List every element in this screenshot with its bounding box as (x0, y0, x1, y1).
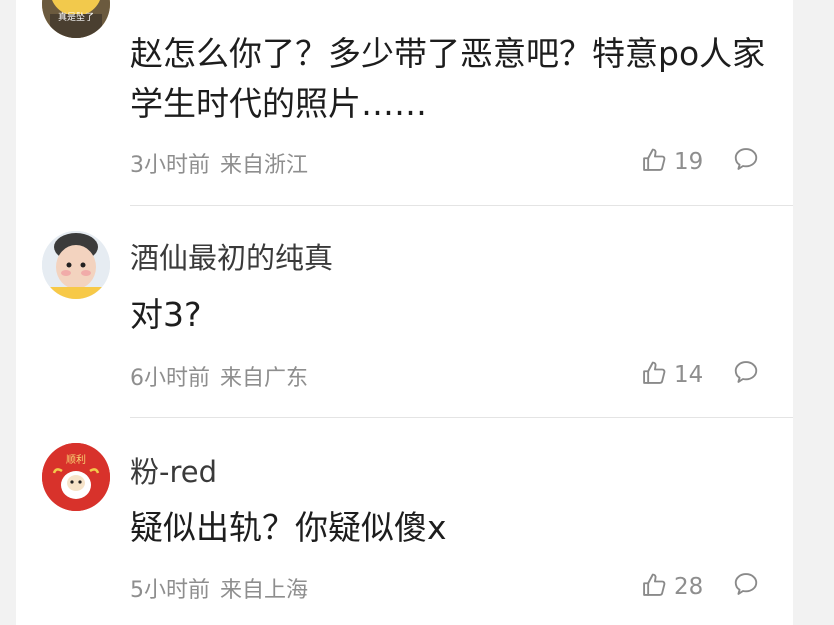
like-button[interactable]: 28 (640, 571, 703, 603)
like-count: 19 (674, 149, 704, 175)
reply-button[interactable] (732, 570, 760, 602)
divider (130, 205, 793, 206)
comment-time: 3小时前 (130, 153, 210, 178)
like-button[interactable]: 14 (640, 359, 703, 391)
avatar[interactable]: 真是坠了 (42, 0, 110, 38)
avatar-image: 真是坠了 (42, 0, 110, 38)
avatar[interactable]: 顺利 (42, 443, 110, 511)
comment-meta: 6小时前 来自广东 (130, 360, 308, 392)
comment-location: 来自浙江 (220, 153, 309, 178)
avatar-caption: 真是坠了 (58, 11, 94, 23)
reply-button[interactable] (732, 145, 760, 177)
comment-username[interactable]: 酒仙最初的纯真 (130, 235, 333, 277)
comment-location: 来自广东 (220, 366, 309, 391)
comment-text: 疑似出轨？你疑似傻x (130, 508, 447, 547)
divider (130, 417, 793, 418)
thumbs-up-icon (640, 146, 668, 178)
comment-meta: 5小时前 来自上海 (130, 572, 308, 604)
comment-time: 5小时前 (130, 578, 210, 603)
comment-username[interactable]: 粉-red (130, 449, 217, 491)
like-button[interactable]: 19 (640, 146, 703, 178)
comment-list: 真是坠了 赵怎么你了？多少带了恶意吧？特意po人家学生时代的照片…… 3小时前来… (16, 0, 793, 625)
comment-location: 来自上海 (220, 578, 309, 603)
avatar-caption: 顺利 (66, 454, 86, 466)
comment-text: 对3? (130, 295, 202, 334)
speech-bubble-icon (732, 573, 760, 602)
like-count: 14 (674, 362, 704, 388)
speech-bubble-icon (732, 361, 760, 390)
thumbs-up-icon (640, 571, 668, 603)
comment-text: 赵怎么你了？多少带了恶意吧？特意po人家学生时代的照片…… (130, 34, 766, 123)
speech-bubble-icon (732, 148, 760, 177)
comment-time: 6小时前 (130, 366, 210, 391)
comment-meta: 3小时前 来自浙江 (130, 147, 308, 179)
avatar-image (42, 231, 110, 299)
reply-button[interactable] (732, 358, 760, 390)
avatar[interactable] (42, 231, 110, 299)
avatar-image: 顺利 (42, 443, 110, 511)
thumbs-up-icon (640, 359, 668, 391)
like-count: 28 (674, 574, 704, 600)
